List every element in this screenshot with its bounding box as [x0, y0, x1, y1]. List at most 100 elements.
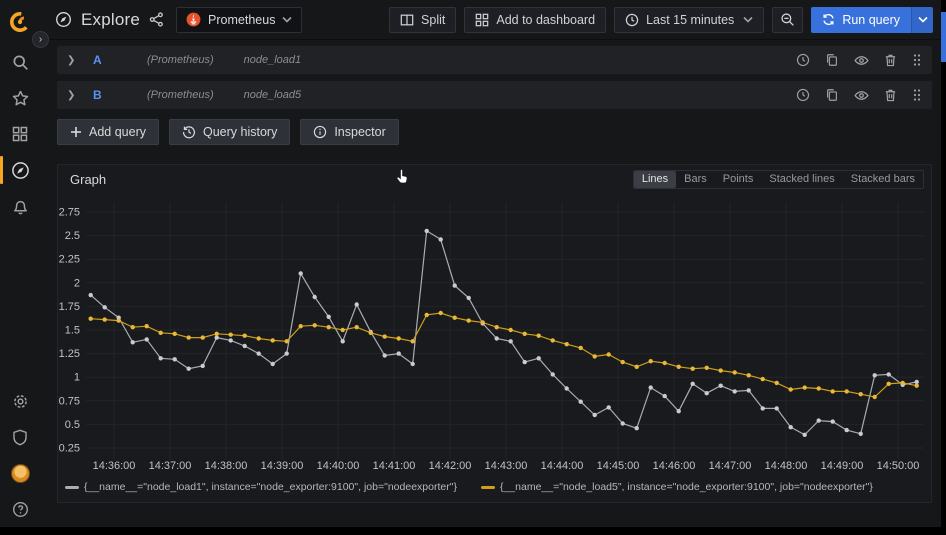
series-point [340, 339, 345, 344]
add-to-dashboard-button[interactable]: Add to dashboard [464, 6, 607, 33]
explore-compass-icon[interactable] [0, 152, 40, 188]
series-point [914, 383, 919, 388]
series-line [90, 229, 917, 436]
series-point [662, 393, 667, 399]
graph-legend: {__name__="node_load1", instance="node_e… [58, 481, 931, 493]
legend-series-name: {__name__="node_load5", instance="node_e… [499, 481, 873, 493]
query-history-label: Query history [202, 125, 278, 139]
remove-query-trash-icon[interactable] [884, 88, 897, 102]
share-icon[interactable] [149, 12, 164, 27]
series-point [186, 366, 191, 371]
series-point [704, 391, 709, 396]
scrollbar-thumb[interactable] [941, 12, 946, 62]
datasource-picker[interactable]: Prometheus [176, 6, 303, 33]
server-admin-shield-icon[interactable] [0, 419, 40, 455]
series-point [382, 353, 387, 358]
duplicate-query-icon[interactable] [825, 53, 839, 67]
series-point [354, 325, 359, 330]
series-point [102, 305, 107, 310]
series-point [536, 356, 541, 361]
series-point [522, 331, 527, 336]
series-point [158, 356, 163, 361]
series-point [284, 339, 289, 344]
y-axis-tick-label: 1.25 [59, 348, 80, 360]
series-point [116, 318, 121, 323]
series-point [788, 387, 793, 392]
dashboards-icon[interactable] [0, 116, 40, 152]
mode-button-stacked-bars[interactable]: Stacked bars [843, 171, 923, 188]
datasource-name: Prometheus [208, 12, 276, 27]
help-icon[interactable] [0, 491, 40, 527]
chevron-down-icon [743, 16, 753, 23]
time-range-picker[interactable]: Last 15 minutes [614, 6, 765, 33]
run-query-button[interactable]: Run query [811, 6, 933, 33]
x-axis-tick-label: 14:49:00 [821, 460, 864, 472]
series-point [228, 332, 233, 337]
series-point [522, 359, 527, 365]
mode-button-points[interactable]: Points [715, 171, 762, 188]
series-point [564, 342, 569, 347]
query-history-icon[interactable] [796, 88, 810, 102]
series-point [158, 330, 163, 335]
series-point [676, 409, 681, 414]
series-point [298, 324, 303, 329]
series-point [256, 351, 261, 356]
zoom-out-button[interactable] [772, 6, 804, 33]
series-point [410, 361, 415, 367]
series-point [550, 372, 555, 377]
legend-item[interactable]: {__name__="node_load5", instance="node_e… [480, 481, 873, 493]
series-point [396, 336, 401, 341]
drag-handle[interactable] [912, 88, 922, 102]
search-icon[interactable] [0, 44, 40, 80]
query-history-button[interactable]: Query history [168, 119, 291, 145]
mode-button-lines[interactable]: Lines [633, 171, 677, 188]
page-title: Explore [81, 9, 141, 29]
mode-button-bars[interactable]: Bars [676, 171, 715, 188]
query-expression[interactable]: node_load1 [244, 54, 302, 66]
series-point [662, 360, 667, 366]
run-query-dropdown[interactable] [911, 6, 933, 33]
x-axis-tick-label: 14:44:00 [541, 460, 584, 472]
grafana-app: › Explore Prometheus Split Add to dashbo… [0, 0, 941, 527]
series-point [242, 343, 247, 349]
configuration-gear-icon[interactable] [0, 383, 40, 419]
x-axis-tick-label: 14:45:00 [597, 460, 640, 472]
query-expression[interactable]: node_load5 [244, 89, 302, 101]
run-query-label: Run query [842, 12, 900, 27]
inspector-button[interactable]: Inspector [300, 119, 399, 145]
series-point [214, 335, 219, 340]
drag-handle[interactable] [912, 53, 922, 67]
top-nav-actions: Split Add to dashboard Last 15 minutes R… [389, 6, 933, 33]
toggle-visibility-eye-icon[interactable] [854, 88, 869, 103]
star-icon[interactable] [0, 80, 40, 116]
mode-button-stacked-lines[interactable]: Stacked lines [761, 171, 842, 188]
series-point [620, 421, 625, 426]
add-query-button[interactable]: Add query [57, 119, 159, 145]
series-point [900, 380, 905, 386]
series-point [648, 359, 653, 364]
alerting-bell-icon[interactable] [0, 188, 40, 224]
series-point [858, 392, 863, 397]
series-point [550, 338, 555, 343]
prometheus-logo-icon [186, 12, 201, 27]
query-history-icon[interactable] [796, 53, 810, 67]
series-point [592, 412, 597, 418]
collapse-chevron-icon[interactable]: ❯ [67, 55, 77, 66]
series-point [242, 333, 247, 338]
series-point [732, 370, 737, 375]
sidebar-expand-button[interactable]: › [32, 31, 49, 48]
query-row-actions [796, 53, 922, 68]
split-button[interactable]: Split [389, 6, 457, 33]
toggle-visibility-eye-icon[interactable] [854, 53, 869, 68]
user-avatar[interactable] [0, 455, 40, 491]
remove-query-trash-icon[interactable] [884, 53, 897, 67]
graph-canvas[interactable]: 0.25 0.5 0.75 1 1.25 1.5 1.75 2 2.25 2.5 2.75 14:36… [58, 193, 929, 483]
y-axis-tick-label: 1 [74, 372, 80, 384]
series-point [830, 419, 835, 424]
series-point [256, 336, 261, 341]
legend-item[interactable]: {__name__="node_load1", instance="node_e… [65, 481, 457, 493]
run-query-main[interactable]: Run query [811, 6, 911, 33]
series-point [326, 314, 331, 319]
collapse-chevron-icon[interactable]: ❯ [67, 90, 77, 101]
duplicate-query-icon[interactable] [825, 88, 839, 102]
